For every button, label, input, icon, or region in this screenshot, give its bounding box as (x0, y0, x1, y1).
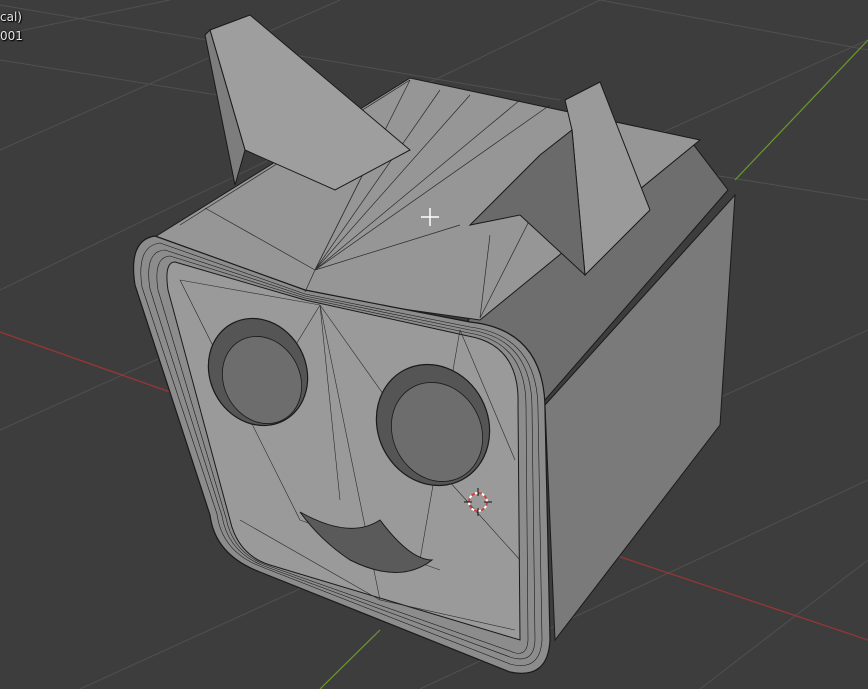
viewport-view-label: cal) (0, 10, 22, 24)
viewport-scene[interactable] (0, 0, 868, 689)
y-axis-line (319, 629, 381, 689)
y-axis-line (734, 39, 868, 181)
3d-viewport[interactable]: cal) 001 (0, 0, 868, 689)
viewport-frame-label: 001 (0, 29, 23, 43)
x-axis-line (0, 331, 171, 393)
